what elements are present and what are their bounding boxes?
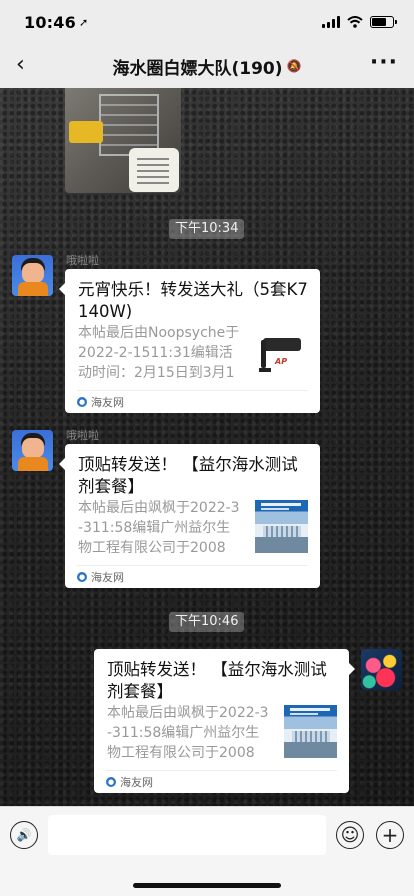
source-app-icon: ●: [77, 572, 87, 582]
timestamp-2: 下午10:46: [169, 612, 245, 632]
card-description: 本帖最后由飒枫于2022-3-311:58编辑广州益尔生物工程有限公司于2008…: [107, 705, 269, 761]
sponge-shape: [69, 121, 103, 143]
status-time: 10:46: [24, 12, 76, 32]
card-description: 本帖最后由飒枫于2022-3-311:58编辑广州益尔生物工程有限公司于2008…: [78, 500, 240, 556]
avatar[interactable]: [12, 430, 53, 471]
card-source: ● 海友网: [77, 390, 308, 413]
card-title: 顶贴转发送！ 【益尔海水测试剂套餐】: [78, 455, 298, 496]
avatar[interactable]: [12, 255, 53, 296]
card-source: ● 海友网: [77, 565, 308, 588]
chat-title-group: 海水圈白嫖大队(190) 🔕: [113, 54, 302, 79]
plus-icon: +: [381, 823, 399, 847]
source-name: 海友网: [91, 571, 124, 584]
voice-input-button[interactable]: 🔊: [10, 821, 38, 849]
shared-photo[interactable]: [65, 88, 181, 193]
source-name: 海友网: [120, 776, 153, 789]
chat-header: ‹ 海水圈白嫖大队(190) 🔕 ···: [0, 44, 414, 88]
card-description: 本帖最后由Noopsyche于2022-2-1511:31编辑活动时间：2月15…: [78, 325, 240, 381]
status-time-group: 10:46 ➚: [24, 13, 88, 32]
cellular-signal-icon: [322, 16, 340, 28]
acrylic-rack-shape: [99, 94, 159, 156]
my-avatar[interactable]: [361, 649, 402, 690]
mute-icon: 🔕: [286, 59, 302, 73]
input-bar: 🔊 ☺ +: [0, 806, 414, 896]
source-app-icon: ●: [106, 777, 116, 787]
wifi-icon: [347, 16, 363, 28]
card-thumbnail: [255, 500, 308, 553]
chat-title: 海水圈白嫖大队(190): [112, 58, 283, 79]
more-options-button[interactable]: ···: [370, 50, 398, 75]
link-card-2[interactable]: 顶贴转发送！ 【益尔海水测试剂套餐】 本帖最后由飒枫于2022-3-311:58…: [59, 444, 320, 588]
handwritten-note-shape: [129, 148, 179, 192]
card-thumbnail: [284, 705, 337, 758]
more-functions-button[interactable]: +: [376, 821, 404, 849]
card-title: 顶贴转发送！ 【益尔海水测试剂套餐】: [107, 660, 327, 701]
source-app-icon: ●: [77, 397, 87, 407]
location-arrow-icon: ➚: [78, 15, 89, 29]
emoji-button[interactable]: ☺: [336, 821, 364, 849]
card-title: 元宵快乐！转发送大礼（5套K7 140W): [78, 280, 308, 321]
card-source: ● 海友网: [106, 770, 337, 793]
timestamp-1: 下午10:34: [169, 219, 245, 239]
status-indicators: [322, 16, 397, 28]
message-input[interactable]: [48, 815, 326, 855]
thumbnail-logo-text: AP: [275, 357, 288, 366]
home-indicator: [133, 883, 281, 888]
status-bar: 10:46 ➚: [0, 0, 414, 44]
sender-name: 哦啦啦: [66, 254, 99, 267]
voice-icon: 🔊: [16, 828, 32, 842]
sender-name: 哦啦啦: [66, 429, 99, 442]
chat-area[interactable]: 下午10:34 哦啦啦 元宵快乐！转发送大礼（5套K7 140W) 本帖最后由N…: [0, 88, 414, 806]
battery-icon: [370, 16, 397, 28]
back-button[interactable]: ‹: [16, 54, 25, 76]
link-card-1[interactable]: 元宵快乐！转发送大礼（5套K7 140W) 本帖最后由Noopsyche于202…: [59, 269, 320, 413]
card-thumbnail: AP: [255, 331, 308, 384]
link-card-3[interactable]: 顶贴转发送！ 【益尔海水测试剂套餐】 本帖最后由飒枫于2022-3-311:58…: [94, 649, 355, 793]
emoji-icon: ☺: [340, 824, 360, 846]
source-name: 海友网: [91, 396, 124, 409]
